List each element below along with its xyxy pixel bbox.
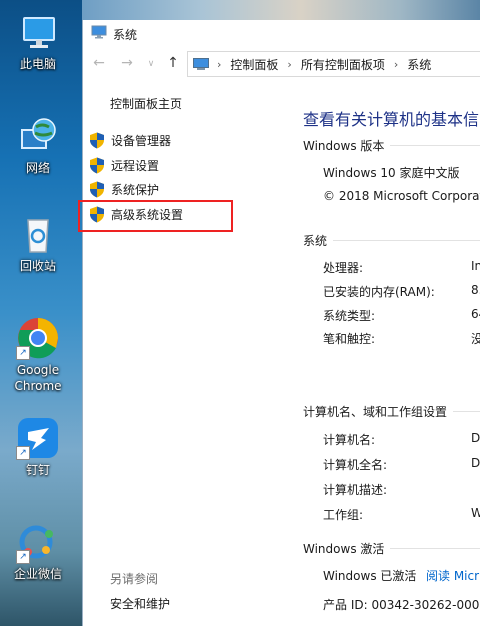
address-bar[interactable]: › 控制面板 › 所有控制面板项 › 系统 [187,51,480,77]
section-divider [390,547,480,549]
desktop-icon-dingtalk[interactable]: ↗ 钉钉 [4,416,72,478]
processor-value: In [471,259,480,273]
desktop-icon-recycle-bin[interactable]: 回收站 [4,212,72,274]
shortcut-arrow-icon: ↗ [16,446,30,460]
computer-icon [16,10,60,54]
desktop-icon-label: 钉钉 [25,463,50,477]
computer-name-value: D [471,431,480,445]
section-divider [453,410,480,412]
ram-label: 已安装的内存(RAM): [323,285,435,299]
desktop-icon-label: 网络 [25,161,50,175]
system-section: 系统 [303,231,480,249]
section-heading: Windows 版本 [303,138,385,153]
dingtalk-icon: ↗ [16,416,60,460]
desktop-icon-label: Google Chrome [14,363,62,393]
system-type-label: 系统类型: [323,309,376,323]
pen-touch-value: 没 [471,332,480,346]
system-monitor-icon [91,25,107,39]
copyright-text: © 2018 Microsoft Corporat [323,189,480,203]
product-id: 产品 ID: 00342-30262-00002 [323,598,480,612]
shortcut-arrow-icon: ↗ [16,550,30,564]
main-pane: 查看有关计算机的基本信 Windows 版本 Windows 10 家庭中文版 … [283,80,480,626]
workgroup-label: 工作组: [323,508,364,522]
desktop-icon-chrome[interactable]: ↗ Google Chrome [4,316,72,394]
system-window: 系统 ← → ∨ ↑ › 控制面板 › 所有控制面板项 › 系统 控制面板主页 [78,20,480,626]
breadcrumb-separator-icon: › [287,57,292,71]
pen-touch-label: 笔和触控: [323,332,376,346]
page-title: 查看有关计算机的基本信 [303,110,480,129]
desktop-icon-label: 企业微信 [13,567,62,581]
shortcut-arrow-icon: ↗ [16,346,30,360]
highlight-box [78,200,233,232]
device-manager-link[interactable]: 设备管理器 [89,130,171,150]
control-panel-icon [193,58,209,70]
system-protection-label: 系统保护 [111,182,160,197]
shield-icon [90,132,104,148]
left-pane: 控制面板主页 设备管理器 远程设置 系统保护 高级系统设置 另请参阅 安全和维护 [78,80,283,626]
breadcrumb-all-items[interactable]: 所有控制面板项 [301,56,385,73]
ram-value: 8. [471,283,480,297]
breadcrumb-system[interactable]: 系统 [407,56,431,73]
shield-icon [90,157,104,173]
window-title: 系统 [113,28,138,42]
control-panel-home-link[interactable]: 控制面板主页 [110,95,182,112]
back-arrow-icon[interactable]: ← [91,55,107,71]
breadcrumb-separator-icon: › [393,57,399,71]
title-bar[interactable]: 系统 [83,20,480,46]
full-computer-name-label: 计算机全名: [323,458,388,472]
desktop-background: 此电脑 网络 回收站 ↗ Google Chrome ↗ 钉钉 ↗ 企业微信 [0,0,82,626]
up-arrow-icon[interactable]: ↑ [165,55,181,71]
see-also-heading: 另请参阅 [110,572,159,586]
desktop-icon-network[interactable]: 网络 [4,114,72,176]
recent-locations-chevron-icon[interactable]: ∨ [143,59,159,69]
shield-icon [90,181,104,197]
wecom-icon: ↗ [16,520,60,564]
windows-edition-section: Windows 版本 [303,136,480,154]
remote-settings-label: 远程设置 [111,158,160,173]
remote-settings-link[interactable]: 远程设置 [89,155,159,175]
desktop-icon-label: 回收站 [19,259,56,273]
workgroup-value: W [471,506,480,520]
desktop-background-strip [82,0,480,20]
section-heading: Windows 激活 [303,541,385,556]
activation-status: Windows 已激活 [323,569,417,583]
section-divider [390,144,480,146]
navigation-bar: ← → ∨ ↑ › 控制面板 › 所有控制面板项 › 系统 [83,46,480,80]
full-computer-name-value: D [471,456,480,470]
computer-name-section: 计算机名、域和工作组设置 [303,402,480,420]
forward-arrow-icon[interactable]: → [119,55,135,71]
network-globe-icon [16,114,60,158]
computer-description-label: 计算机描述: [323,483,388,497]
section-divider [333,239,480,241]
processor-label: 处理器: [323,261,364,275]
device-manager-label: 设备管理器 [111,133,172,148]
system-protection-link[interactable]: 系统保护 [89,179,159,199]
desktop-icon-this-pc[interactable]: 此电脑 [4,10,72,72]
desktop-icon-wecom[interactable]: ↗ 企业微信 [4,520,72,582]
desktop-icon-label: 此电脑 [19,57,56,71]
chrome-icon: ↗ [16,316,60,360]
section-heading: 计算机名、域和工作组设置 [303,404,448,419]
computer-name-label: 计算机名: [323,433,376,447]
section-heading: 系统 [303,233,328,248]
license-terms-link[interactable]: 阅读 Micr [426,567,479,584]
edition-name: Windows 10 家庭中文版 [323,166,460,180]
system-type-value: 64 [471,307,480,321]
activation-section: Windows 激活 [303,539,480,557]
breadcrumb-control-panel[interactable]: 控制面板 [230,56,278,73]
security-maintenance-link[interactable]: 安全和维护 [110,595,170,612]
recycle-bin-icon [16,212,60,256]
breadcrumb-separator-icon: › [217,57,222,71]
